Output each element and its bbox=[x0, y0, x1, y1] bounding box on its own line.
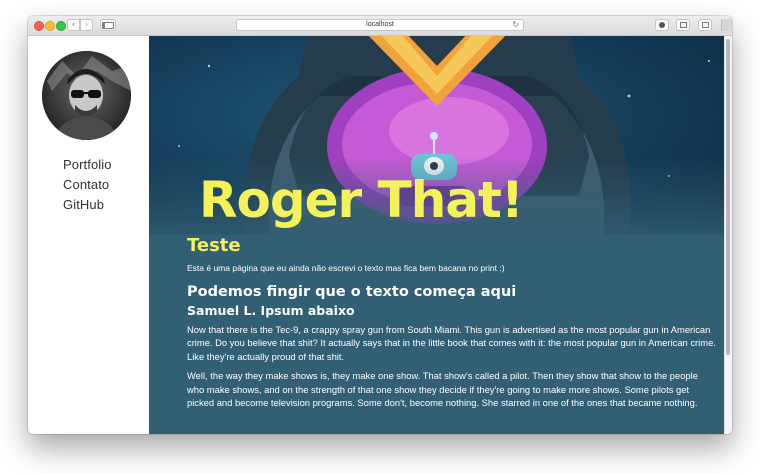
tabs-icon bbox=[701, 22, 709, 28]
paragraph-1: Now that there is the Tec-9, a crappy sp… bbox=[187, 324, 716, 362]
nav-link-github[interactable]: GitHub bbox=[63, 197, 104, 212]
share-icon bbox=[679, 22, 687, 28]
sidebar-icon bbox=[102, 22, 114, 29]
share-button[interactable] bbox=[676, 19, 690, 31]
downloads-button[interactable] bbox=[655, 19, 669, 31]
page-heading: Teste bbox=[187, 235, 241, 256]
forward-button[interactable]: › bbox=[80, 19, 93, 31]
browser-toolbar: ‹ › localhost ↻ bbox=[28, 16, 732, 36]
address-bar[interactable]: localhost ↻ bbox=[236, 19, 524, 31]
hero-banner: Roger That! bbox=[149, 36, 725, 235]
back-button[interactable]: ‹ bbox=[67, 19, 80, 31]
minimize-window-button[interactable] bbox=[45, 21, 55, 31]
toolbar-corner bbox=[721, 19, 732, 31]
article: Teste Esta é uma página que eu ainda não… bbox=[187, 234, 717, 409]
download-icon bbox=[659, 22, 665, 28]
profile-photo-icon bbox=[42, 51, 131, 140]
sidebar-toggle-button[interactable] bbox=[100, 19, 116, 31]
nav-link-portfolio[interactable]: Portfolio bbox=[63, 157, 112, 172]
intro-text: Esta é uma página que eu ainda não escre… bbox=[187, 263, 505, 273]
nav-link-contato[interactable]: Contato bbox=[63, 177, 109, 192]
reload-icon[interactable]: ↻ bbox=[512, 20, 519, 30]
page-viewport: Portfolio Contato GitHub Roger That! Tes… bbox=[28, 36, 732, 434]
sidebar: Portfolio Contato GitHub bbox=[28, 36, 149, 434]
close-window-button[interactable] bbox=[34, 21, 44, 31]
avatar bbox=[42, 51, 131, 140]
scrollbar-thumb[interactable] bbox=[726, 39, 730, 355]
vertical-scrollbar[interactable] bbox=[724, 36, 732, 434]
main-content: Roger That! Teste Esta é uma página que … bbox=[149, 36, 725, 434]
address-text: localhost bbox=[366, 21, 394, 28]
section-heading: Podemos fingir que o texto começa aqui bbox=[187, 284, 517, 300]
section-subheading: Samuel L. Ipsum abaixo bbox=[187, 303, 355, 318]
paragraph-2: Well, the way they make shows is, they m… bbox=[187, 370, 698, 409]
browser-window: ‹ › localhost ↻ Portfolio Contato GitHub… bbox=[28, 16, 732, 434]
hero-title: Roger That! bbox=[199, 171, 524, 229]
zoom-window-button[interactable] bbox=[56, 21, 66, 31]
tab-overview-button[interactable] bbox=[698, 19, 712, 31]
